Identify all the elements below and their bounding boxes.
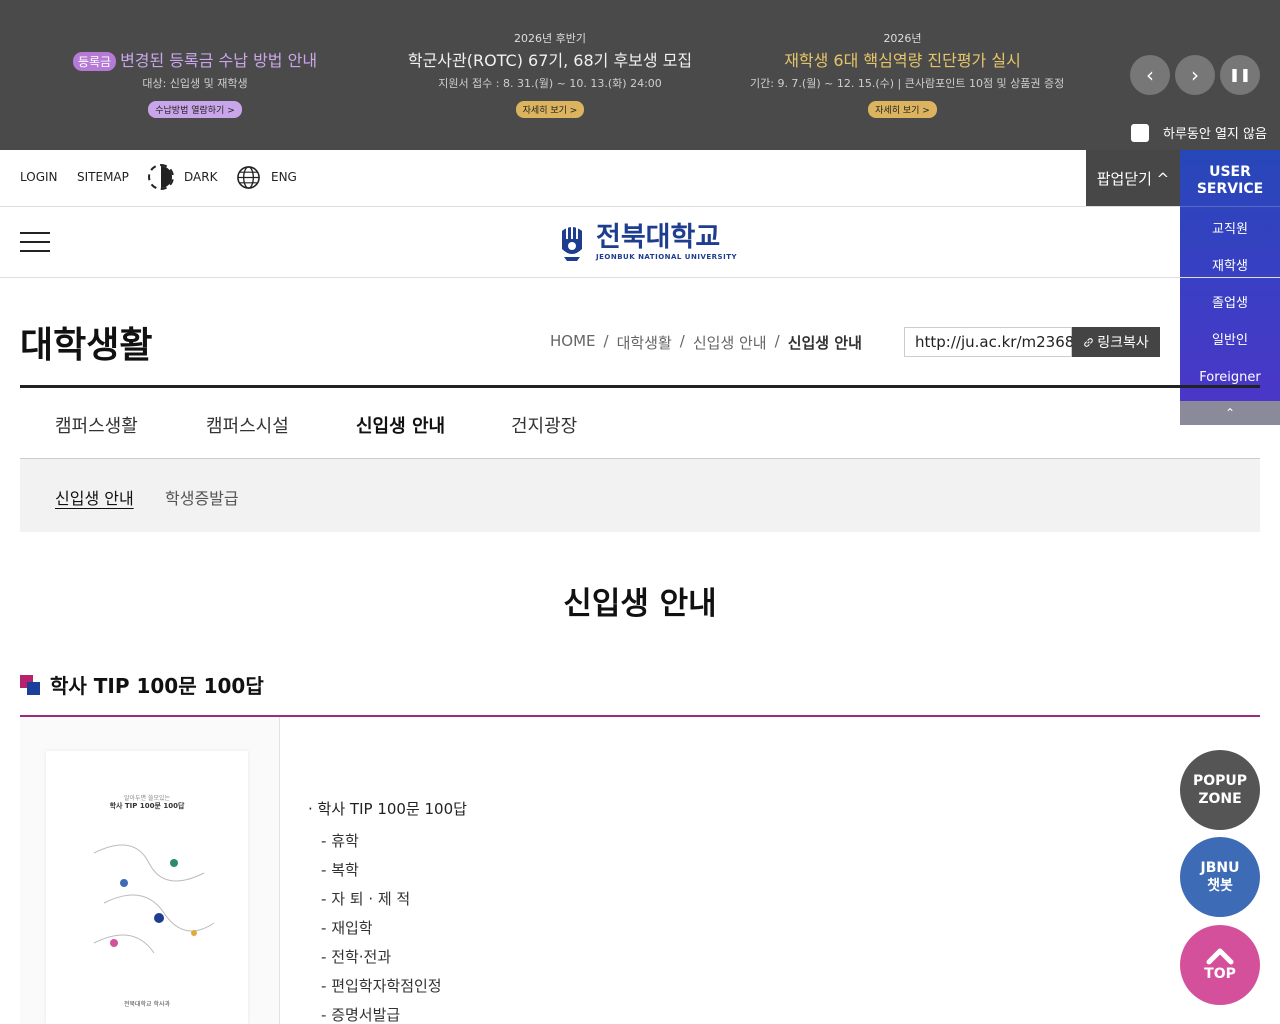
booklet-thumbnail[interactable]: 알아두면 쓸모있는 학사 TIP 100문 100답 전북대학교 학사과 [20, 717, 280, 1024]
section-title: 학사 TIP 100문 100답 [50, 674, 264, 698]
booklet-footer: 전북대학교 학사과 [123, 1001, 171, 1008]
toc-item[interactable]: - 복학 [308, 856, 467, 885]
toc-item[interactable]: - 편입학자학점인정 [308, 972, 467, 1001]
content-title: 신입생 안내 [563, 586, 717, 622]
breadcrumb-home[interactable]: HOME [550, 332, 596, 353]
breadcrumb-sep: / [774, 332, 780, 350]
square-bullet-icon [20, 674, 40, 695]
popup-zone-button[interactable]: POPUP ZONE [1180, 750, 1260, 830]
user-service-alumni[interactable]: 졸업생 [1180, 285, 1280, 322]
popup-close-button[interactable]: 팝업닫기 ^ [1086, 150, 1180, 206]
scroll-top-button[interactable]: TOP [1180, 925, 1260, 1005]
chevron-up-icon [1206, 948, 1234, 965]
popup-title: 등록금 변경된 등록금 수납 방법 안내 [45, 47, 345, 71]
booklet-cover[interactable]: 알아두면 쓸모있는 학사 TIP 100문 100답 전북대학교 학사과 [46, 751, 248, 1024]
university-logo[interactable]: 전북대학교 JEONBUK NATIONAL UNIVERSITY [558, 221, 737, 263]
popup-sub: 대상: 신입생 및 재학생 [142, 77, 248, 90]
toc-list: · 학사 TIP 100문 100답 - 휴학 - 복학 - 자 퇴 · 제 적… [308, 798, 467, 1024]
user-service-panel: USER SERVICE 교직원 재학생 졸업생 일반인 Foreigner ⌃ [1180, 150, 1280, 425]
chevron-right-icon: › [1191, 63, 1199, 87]
sitemap-link[interactable]: SITEMAP [77, 170, 129, 184]
chatbot-button[interactable]: JBNU 챗봇 [1180, 837, 1260, 917]
popup-title: 재학생 6대 핵심역량 진단평가 실시 [784, 51, 1021, 70]
popup-item-tuition[interactable]: 등록금 변경된 등록금 수납 방법 안내 대상: 신입생 및 재학생 수납방법 열… [45, 30, 345, 118]
site-header: 전북대학교 JEONBUK NATIONAL UNIVERSITY [0, 207, 1280, 278]
popup-kicker [45, 30, 345, 43]
popup-prev-button[interactable]: ‹ [1130, 55, 1170, 95]
popup-kicker: 2026년 [883, 32, 922, 45]
user-service-public[interactable]: 일반인 [1180, 322, 1280, 359]
toc-item[interactable]: - 자 퇴 · 제 적 [308, 885, 467, 914]
popup-item-competency[interactable]: 2026년 재학생 6대 핵심역량 진단평가 실시 기간: 9. 7.(월) ~… [750, 30, 1065, 118]
popup-title: 학군사관(ROTC) 67기, 68기 후보생 모집 [407, 51, 693, 70]
copy-link-button[interactable]: 링크복사 [1072, 327, 1160, 357]
user-service-title[interactable]: USER SERVICE [1180, 150, 1280, 207]
globe-icon[interactable] [236, 165, 261, 190]
booklet-illustration-icon [93, 844, 215, 954]
tab-geonji-plaza[interactable]: 건지광장 [511, 412, 577, 438]
popup-kicker: 2026년 후반기 [514, 32, 586, 45]
toc-main-item[interactable]: · 학사 TIP 100문 100답 [308, 798, 467, 819]
page-title: 대학생활 [20, 325, 153, 366]
breadcrumb-freshman[interactable]: 신입생 안내 [693, 332, 767, 353]
chevron-left-icon: ‹ [1146, 63, 1154, 87]
tab-bar-secondary: 신입생 안내 학생증발급 [20, 459, 1260, 532]
tab-freshman-guide[interactable]: 신입생 안내 [356, 412, 445, 438]
popup-detail-button[interactable]: 자세히 보기 > [868, 101, 937, 118]
english-link[interactable]: ENG [271, 170, 297, 184]
university-emblem-icon [562, 225, 582, 261]
pause-icon: ❚❚ [1229, 67, 1251, 83]
toc-item[interactable]: - 휴학 [308, 827, 467, 856]
breadcrumb: HOME / 대학생활 / 신입생 안내 / 신입생 안내 [550, 332, 862, 353]
popup-detail-button[interactable]: 자세히 보기 > [515, 101, 585, 118]
dark-mode-link[interactable]: DARK [184, 170, 217, 184]
tab-bar-primary: 캠퍼스생활 캠퍼스시설 신입생 안내 건지광장 [20, 388, 1260, 459]
tab-student-id[interactable]: 학생증발급 [165, 485, 239, 509]
menu-icon[interactable] [20, 232, 50, 252]
breadcrumb-current: 신입생 안내 [787, 334, 862, 352]
breadcrumb-sep: / [679, 332, 685, 350]
no-show-today-label: 하루동안 열지 않음 [1163, 127, 1267, 142]
logo-english: JEONBUK NATIONAL UNIVERSITY [596, 253, 738, 261]
tab-freshman-guide-sub[interactable]: 신입생 안내 [55, 485, 134, 509]
dark-mode-icon[interactable] [148, 164, 174, 190]
page-url-field[interactable]: http://ju.ac.kr/m2368 [904, 327, 1074, 357]
popup-badge: 등록금 [72, 52, 117, 71]
breadcrumb-sep: / [603, 332, 609, 350]
tab-campus-life[interactable]: 캠퍼스생활 [55, 412, 138, 438]
popup-sub: 지원서 접수 : 8. 31.(월) ~ 10. 13.(화) 24:00 [438, 77, 662, 90]
tab-campus-facilities[interactable]: 캠퍼스시설 [206, 412, 289, 438]
logo-korean: 전북대학교 [596, 222, 721, 253]
popup-banner: 등록금 변경된 등록금 수납 방법 안내 대상: 신입생 및 재학생 수납방법 열… [0, 0, 1280, 150]
popup-detail-button[interactable]: 수납방법 열람하기 > [148, 101, 242, 118]
breadcrumb-campus-life[interactable]: 대학생활 [617, 332, 672, 353]
no-show-today[interactable]: 하루동안 열지 않음 [1131, 123, 1267, 142]
booklet-title: 학사 TIP 100문 100답 [109, 802, 185, 810]
no-show-today-checkbox[interactable] [1131, 123, 1149, 142]
toc-item[interactable]: - 증명서발급 [308, 1001, 467, 1024]
popup-pause-button[interactable]: ❚❚ [1220, 55, 1260, 95]
toc-item[interactable]: - 재입학 [308, 914, 467, 943]
logo-text: 전북대학교 JEONBUK NATIONAL UNIVERSITY [596, 222, 738, 262]
popup-next-button[interactable]: › [1175, 55, 1215, 95]
login-link[interactable]: LOGIN [20, 170, 58, 184]
popup-item-rotc[interactable]: 2026년 후반기 학군사관(ROTC) 67기, 68기 후보생 모집 지원서… [395, 30, 705, 118]
utility-bar: LOGIN SITEMAP DARK ENG 팝업닫기 ^ [0, 150, 1280, 207]
section-heading: 학사 TIP 100문 100답 [20, 670, 264, 699]
popup-sub: 기간: 9. 7.(월) ~ 12. 15.(수) | 큰사람포인트 10점 및… [750, 77, 1065, 90]
link-icon [1084, 337, 1093, 347]
toc-item[interactable]: - 전학·전과 [308, 943, 467, 972]
